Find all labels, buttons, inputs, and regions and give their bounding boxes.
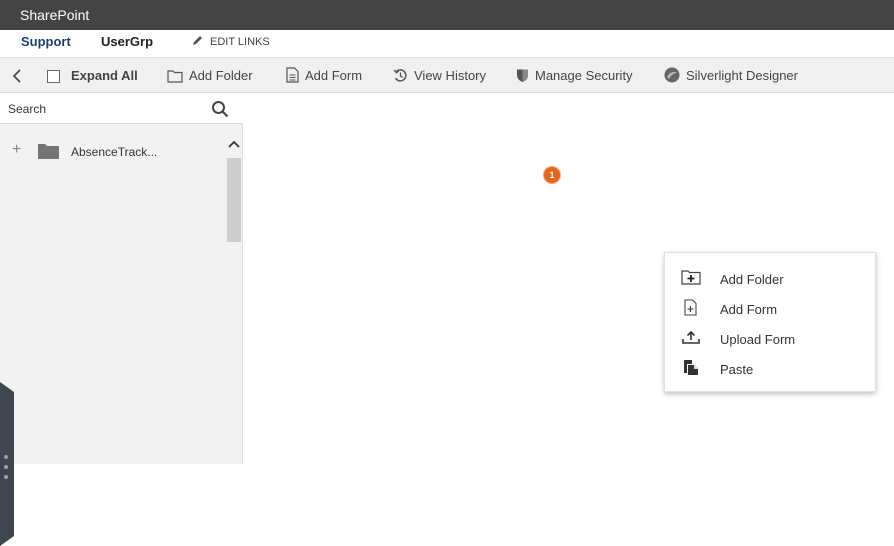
app-title-bar: SharePoint: [0, 0, 894, 30]
chevron-left-icon: [12, 69, 21, 83]
silverlight-icon: [664, 67, 680, 83]
upload-icon: [682, 330, 700, 344]
nav-link-usergrp[interactable]: UserGrp: [101, 30, 153, 57]
add-folder-icon: [681, 270, 701, 285]
tree-item-absencetrack[interactable]: + AbsenceTrack...: [0, 140, 225, 164]
menu-item-upload-form[interactable]: Upload Form: [665, 323, 877, 353]
add-form-button[interactable]: Add Form: [286, 58, 362, 94]
manage-security-label: Manage Security: [535, 68, 633, 83]
search-input[interactable]: [8, 98, 198, 120]
menu-item-label: Paste: [720, 362, 754, 377]
notification-badge[interactable]: 1: [544, 167, 560, 183]
tree-item-label: AbsenceTrack...: [71, 145, 158, 159]
pencil-icon: [193, 36, 202, 45]
app-title: SharePoint: [20, 7, 90, 23]
view-history-button[interactable]: View History: [393, 58, 486, 94]
history-icon: [393, 69, 407, 82]
folder-outline-icon: [167, 70, 183, 83]
sidebar: + AbsenceTrack...: [0, 94, 243, 546]
back-button[interactable]: [12, 58, 28, 94]
add-folder-button[interactable]: Add Folder: [167, 58, 253, 94]
add-form-icon: [684, 299, 697, 316]
edit-links-label: EDIT LINKS: [210, 36, 270, 48]
manage-security-button[interactable]: Manage Security: [516, 58, 633, 94]
folder-icon: [38, 144, 59, 159]
search-bar: [0, 94, 243, 124]
expand-plus-icon[interactable]: +: [12, 140, 21, 160]
menu-item-label: Add Folder: [720, 272, 784, 287]
add-form-label: Add Form: [305, 68, 363, 83]
search-icon[interactable]: [211, 100, 229, 118]
silverlight-designer-button[interactable]: Silverlight Designer: [664, 58, 798, 94]
toolbar: Expand All Add Folder Add Form View Hist…: [0, 57, 894, 93]
expand-all-label[interactable]: Expand All: [71, 58, 138, 94]
expand-all-checkbox[interactable]: [47, 70, 60, 83]
context-menu: Add Folder Add Form Upload Form Paste: [664, 252, 876, 392]
shield-icon: [517, 69, 528, 82]
nav-link-support[interactable]: Support: [21, 30, 71, 57]
menu-item-paste[interactable]: Paste: [665, 353, 877, 383]
site-nav: Support UserGrp EDIT LINKS: [0, 30, 894, 57]
side-panel-handle[interactable]: [0, 382, 14, 546]
silverlight-designer-label: Silverlight Designer: [686, 68, 798, 83]
edit-links-button[interactable]: EDIT LINKS: [192, 30, 270, 57]
scrollbar-thumb[interactable]: [227, 158, 241, 242]
menu-item-add-form[interactable]: Add Form: [665, 293, 877, 323]
view-history-label: View History: [414, 68, 487, 83]
menu-item-label: Upload Form: [720, 332, 796, 347]
add-folder-label: Add Folder: [189, 68, 253, 83]
paste-icon: [684, 360, 698, 375]
menu-item-label: Add Form: [720, 302, 778, 317]
document-icon: [286, 67, 299, 83]
scroll-up-arrow-icon[interactable]: [228, 138, 240, 150]
menu-item-add-folder[interactable]: Add Folder: [665, 263, 877, 293]
